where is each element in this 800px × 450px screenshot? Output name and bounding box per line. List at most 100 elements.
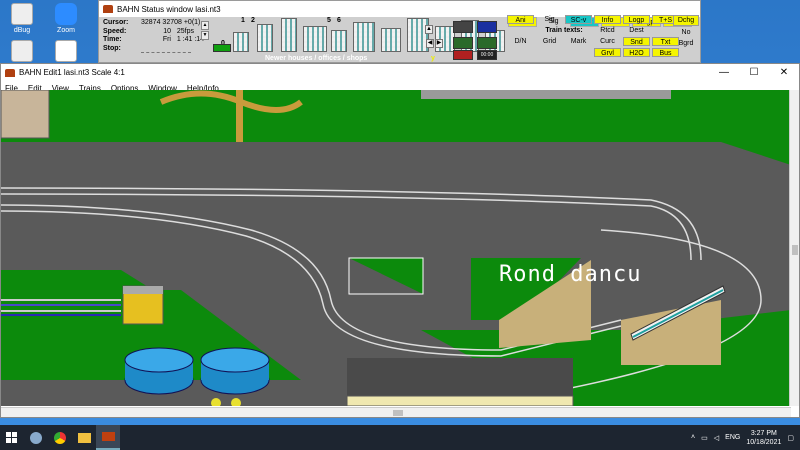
- page-arrows[interactable]: ◀ ▶: [426, 39, 443, 48]
- chevron-up-icon[interactable]: ˄: [691, 434, 695, 441]
- minimize-button[interactable]: —: [709, 64, 739, 81]
- spin-up-icon[interactable]: ▲: [201, 21, 209, 30]
- bahn-app-icon: [103, 5, 113, 13]
- scene-label: Rond dancu: [499, 262, 642, 287]
- taskbar-app-chrome[interactable]: [48, 425, 72, 450]
- spin-down-icon[interactable]: ▼: [201, 31, 209, 40]
- bahn-app-icon: [5, 68, 15, 77]
- building-count-6: 6: [337, 17, 341, 24]
- layout-drawing: [1, 90, 791, 406]
- toggle-grvl[interactable]: Grvl: [594, 48, 621, 57]
- windows-logo-icon: [6, 431, 17, 443]
- train-texts-label: Train texts:: [545, 27, 583, 34]
- toggle-snd[interactable]: Snd: [623, 37, 650, 46]
- simulation-controls: 00:00: [453, 19, 509, 60]
- horizontal-scrollbar[interactable]: [1, 407, 791, 417]
- railway-layout-canvas[interactable]: Rond dancu: [1, 90, 791, 406]
- speed-spinner[interactable]: ▲ ▼: [201, 21, 209, 41]
- play-control[interactable]: [477, 21, 497, 33]
- building-icon[interactable]: [233, 32, 249, 52]
- long-building-roof: [347, 358, 573, 396]
- close-button[interactable]: ✕: [769, 64, 799, 81]
- vertical-arrows[interactable]: ▲: [425, 25, 433, 34]
- day-value: Fri: [162, 36, 171, 43]
- network-icon[interactable]: ▭: [701, 434, 708, 442]
- toggle-no[interactable]: No: [672, 27, 700, 38]
- building-icon[interactable]: [331, 30, 347, 52]
- toggle-grid[interactable]: Grid: [535, 36, 564, 47]
- speed-value: 10: [163, 27, 171, 35]
- building-icon[interactable]: [381, 28, 401, 52]
- toggle-bgrd[interactable]: Bgrd: [672, 38, 700, 49]
- desktop-icon-zoom[interactable]: Zoom: [46, 3, 86, 34]
- building-count-2: 2: [251, 17, 255, 24]
- toggle-dchg[interactable]: Dchg: [673, 15, 699, 26]
- pause-control[interactable]: [453, 21, 473, 33]
- cursor-y: 32708: [162, 19, 182, 26]
- building-swatch[interactable]: [213, 44, 231, 52]
- vertical-scrollbar[interactable]: [789, 90, 799, 406]
- edit-window-title: BAHN Edit1 lasi.nt3 Scale 4:1: [19, 68, 125, 77]
- taskbar-app-settings[interactable]: [24, 425, 48, 450]
- edit-window: BAHN Edit1 lasi.nt3 Scale 4:1 — ☐ ✕ File…: [0, 63, 800, 418]
- scroll-thumb[interactable]: [792, 245, 798, 255]
- green-signal-control[interactable]: [453, 37, 473, 49]
- display-clock: 00:00: [477, 50, 497, 60]
- arrow-right-icon[interactable]: ▶: [435, 39, 443, 48]
- building-count-5: 5: [327, 17, 331, 24]
- window-controls: — ☐ ✕: [709, 64, 799, 81]
- station-roof: [123, 286, 163, 294]
- toggle-ani-btn[interactable]: Ani: [507, 15, 534, 24]
- clock[interactable]: 3:27 PM 10/18/2021: [746, 429, 781, 447]
- water-tank-top: [200, 347, 270, 373]
- volume-icon[interactable]: ◁: [714, 434, 719, 442]
- status-labels: Cursor: Speed: Time: Stop:: [103, 19, 129, 52]
- bahn-app-icon: [101, 432, 115, 441]
- arrow-up-icon[interactable]: ▲: [425, 25, 433, 34]
- building-row: [421, 90, 671, 99]
- water-tank-top: [124, 347, 194, 373]
- building-icon[interactable]: [303, 26, 327, 52]
- scroll-thumb[interactable]: [393, 410, 403, 416]
- arrow-left-icon[interactable]: ◀: [426, 39, 434, 48]
- language-indicator[interactable]: ENG: [725, 434, 740, 441]
- toggle-sc-v-btn[interactable]: SC-v: [565, 15, 592, 24]
- taskbar-app-explorer[interactable]: [72, 425, 96, 450]
- taskbar-app-bahn[interactable]: [96, 425, 120, 450]
- desktop-icon-dbug[interactable]: dBug: [2, 3, 42, 34]
- red-signal-control[interactable]: [453, 50, 473, 60]
- status-values: 32874 32708 +0(1) 10 25fps Fri 1 :41 :14: [141, 19, 204, 45]
- long-building-front: [346, 395, 574, 406]
- green-signal-control-2[interactable]: [477, 37, 497, 49]
- building-icon[interactable]: [257, 24, 273, 52]
- status-right-column: Dchg No Bgrd: [672, 14, 700, 49]
- start-button[interactable]: [0, 425, 24, 450]
- building-icon[interactable]: [281, 18, 297, 52]
- stop-field: [141, 47, 191, 53]
- toggle-sig-btn[interactable]: Sig: [535, 14, 564, 25]
- garden-path: [236, 90, 243, 142]
- toggle-info-btn[interactable]: Info: [594, 15, 621, 24]
- maximize-button[interactable]: ☐: [739, 64, 769, 81]
- chrome-icon: [54, 431, 66, 444]
- building-count-1: 1: [241, 17, 245, 24]
- clock-time: 3:27 PM: [750, 429, 777, 437]
- building-category-label: Newer houses / offices / shops: [265, 55, 368, 62]
- system-tray: ˄ ▭ ◁ ENG 3:27 PM 10/18/2021 ▢: [691, 425, 794, 450]
- time-value: 1 :41 :14: [176, 36, 205, 43]
- building-icon[interactable]: [353, 22, 375, 52]
- document-icon: [55, 40, 77, 62]
- file-icon: [11, 3, 33, 25]
- toggle-dest[interactable]: Dest: [622, 25, 651, 36]
- house: [1, 90, 50, 139]
- toggle-h2o[interactable]: H2O: [623, 48, 650, 57]
- edit-titlebar[interactable]: BAHN Edit1 lasi.nt3 Scale 4:1 — ☐ ✕: [1, 64, 799, 81]
- toggle-logp-btn[interactable]: Logp: [623, 15, 650, 24]
- toggle-d-n[interactable]: D/N: [506, 36, 535, 47]
- toggle-mark[interactable]: Mark: [564, 36, 593, 47]
- desktop-icon-fourth[interactable]: [46, 40, 86, 64]
- notifications-icon[interactable]: ▢: [787, 434, 794, 442]
- toggle-curc[interactable]: Curc: [593, 36, 622, 47]
- toggle-bus[interactable]: Bus: [652, 48, 679, 57]
- toggle-rtcd[interactable]: Rtcd: [593, 25, 622, 36]
